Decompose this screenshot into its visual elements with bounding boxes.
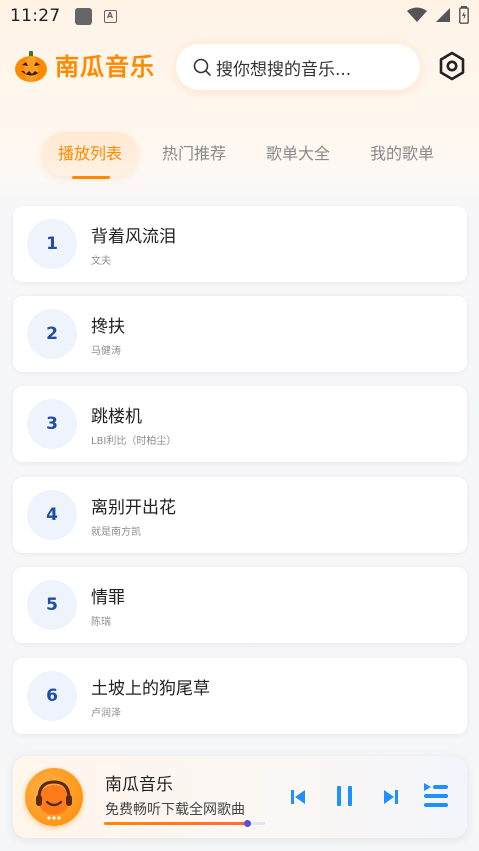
headphone-character-icon bbox=[36, 780, 72, 820]
app-header: 南瓜音乐 搜你想搜的音乐... bbox=[0, 38, 479, 98]
status-bar: 11:27 A bbox=[0, 0, 479, 32]
tab-bar: 播放列表 热门推荐 歌单大全 我的歌单 bbox=[0, 132, 479, 180]
song-artist: 文夫 bbox=[91, 256, 111, 267]
song-item[interactable]: 4 离别开出花 就是南方凯 bbox=[13, 477, 467, 553]
status-time: 11:27 bbox=[10, 6, 61, 26]
previous-track-icon[interactable] bbox=[289, 788, 307, 806]
progress-bar[interactable] bbox=[104, 820, 265, 827]
app-title: 南瓜音乐 bbox=[55, 53, 155, 81]
search-placeholder: 搜你想搜的音乐... bbox=[216, 59, 352, 80]
search-bar[interactable]: 搜你想搜的音乐... bbox=[176, 44, 420, 90]
song-title: 跳楼机 bbox=[91, 407, 142, 427]
next-track-icon[interactable] bbox=[382, 788, 400, 806]
tab-song-collections[interactable]: 歌单大全 bbox=[250, 132, 346, 176]
cellular-signal-icon bbox=[436, 8, 450, 22]
wifi-icon bbox=[407, 7, 427, 22]
notification-app-icon bbox=[74, 7, 92, 25]
song-artist: 就是南方凯 bbox=[91, 527, 141, 538]
tab-my-playlists[interactable]: 我的歌单 bbox=[354, 132, 450, 176]
song-title: 情罪 bbox=[91, 588, 125, 608]
mini-player[interactable]: 南瓜音乐 免费畅听下载全网歌曲 bbox=[13, 756, 467, 838]
song-title: 背着风流泪 bbox=[91, 227, 176, 247]
song-number: 4 bbox=[27, 490, 77, 540]
song-artist: 陈瑞 bbox=[91, 617, 111, 628]
song-item[interactable]: 3 跳楼机 LBI利比（时柏尘） bbox=[13, 386, 467, 462]
song-item[interactable]: 2 搀扶 马健涛 bbox=[13, 296, 467, 372]
song-artist: LBI利比（时柏尘） bbox=[91, 436, 177, 447]
notification-a-icon: A bbox=[103, 9, 117, 23]
song-item[interactable]: 1 背着风流泪 文夫 bbox=[13, 206, 467, 282]
album-cover[interactable] bbox=[25, 768, 83, 826]
pumpkin-logo-icon bbox=[15, 51, 47, 82]
song-title: 离别开出花 bbox=[91, 498, 176, 518]
song-artist: 马健涛 bbox=[91, 346, 121, 357]
progress-knob[interactable] bbox=[244, 820, 252, 827]
active-tab-indicator bbox=[72, 176, 110, 179]
song-title: 土坡上的狗尾草 bbox=[91, 679, 210, 699]
player-subtitle: 免费畅听下载全网歌曲 bbox=[105, 802, 245, 818]
playlist-queue-icon[interactable] bbox=[423, 782, 449, 810]
pause-icon[interactable] bbox=[333, 784, 357, 808]
song-item[interactable]: 6 土坡上的狗尾草 卢润泽 bbox=[13, 658, 467, 734]
song-item[interactable]: 5 情罪 陈瑞 bbox=[13, 567, 467, 643]
battery-icon bbox=[459, 6, 469, 24]
tab-hot-recommend[interactable]: 热门推荐 bbox=[146, 132, 242, 176]
song-title: 搀扶 bbox=[91, 317, 125, 337]
settings-hexagon-icon[interactable] bbox=[436, 50, 468, 82]
song-number: 2 bbox=[27, 309, 77, 359]
player-title: 南瓜音乐 bbox=[105, 775, 173, 795]
song-number: 1 bbox=[27, 219, 77, 269]
song-number: 5 bbox=[27, 580, 77, 630]
progress-fill bbox=[104, 822, 248, 825]
song-number: 6 bbox=[27, 671, 77, 721]
song-number: 3 bbox=[27, 399, 77, 449]
tab-playlist[interactable]: 播放列表 bbox=[42, 132, 138, 176]
song-artist: 卢润泽 bbox=[91, 708, 121, 719]
search-icon bbox=[193, 58, 211, 76]
